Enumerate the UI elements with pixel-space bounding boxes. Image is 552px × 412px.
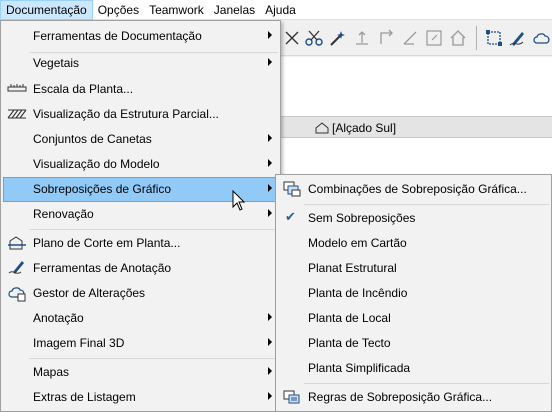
- submenu-item-planta-local[interactable]: Planta de Local: [278, 306, 549, 331]
- submenu-arrow-icon: [268, 367, 272, 375]
- menu-item-label: Planta de Tecto: [308, 336, 391, 350]
- menu-documentacao[interactable]: Documentação: [0, 0, 93, 20]
- submenu-arrow-icon: [268, 338, 272, 346]
- menu-item-label: Gestor de Alterações: [33, 286, 146, 300]
- submenu-item-sem-sobreposicoes[interactable]: ✔ Sem Sobreposições: [278, 206, 549, 231]
- resize-icon[interactable]: [424, 28, 444, 48]
- magic-wand-icon[interactable]: [328, 28, 348, 48]
- menu-item-vegetais[interactable]: Vegetais: [3, 51, 278, 76]
- submenu-item-planta-simplificada[interactable]: Planta Simplificada: [278, 356, 549, 381]
- house-icon[interactable]: [448, 28, 468, 48]
- menu-item-label: Ferramentas de Anotação: [33, 261, 172, 275]
- menu-item-label: Sem Sobreposições: [308, 211, 416, 225]
- pen-icon[interactable]: [508, 28, 528, 48]
- menu-item-label: Planta de Incêndio: [308, 286, 408, 300]
- menu-item-conjuntos-canetas[interactable]: Conjuntos de Canetas: [3, 127, 278, 152]
- ruler-scale-icon: [7, 84, 27, 92]
- menu-item-escala-planta[interactable]: Escala da Planta...: [3, 77, 278, 102]
- menu-separator: [304, 383, 549, 384]
- menu-item-estrutura-parcial[interactable]: Visualização da Estrutura Parcial...: [3, 102, 278, 127]
- mouse-cursor-icon: [232, 190, 246, 211]
- menu-item-label: Plano de Corte em Planta...: [33, 236, 181, 250]
- elevate-icon[interactable]: [352, 28, 372, 48]
- menu-bar: Documentação Opções Teamwork Janelas Aju…: [0, 0, 552, 20]
- submenu-arrow-icon: [268, 209, 272, 217]
- submenu-item-planat-estrutural[interactable]: Planat Estrutural: [278, 256, 549, 281]
- hatch-structure-icon: [7, 109, 27, 119]
- submenu-arrow-icon: [268, 313, 272, 321]
- menu-separator: [29, 358, 278, 359]
- select-frame-icon[interactable]: [484, 28, 504, 48]
- tab-label: [Alçado Sul]: [332, 121, 397, 135]
- submenu-arrow-icon: [268, 58, 272, 66]
- submenu-item-regras-sobreposicao[interactable]: Regras de Sobreposição Gráfica...: [278, 385, 549, 410]
- menu-item-label: Planta Simplificada: [308, 361, 411, 375]
- overlay-rules-icon: [283, 390, 300, 404]
- menu-item-label: Planta de Local: [308, 311, 391, 325]
- menu-item-label: Planat Estrutural: [308, 261, 397, 275]
- menu-separator: [304, 204, 549, 205]
- tab-alcado-sul[interactable]: [Alçado Sul]: [315, 121, 396, 135]
- overlay-combinations-icon: [283, 181, 301, 197]
- documentacao-menu: Ferramentas de Documentação Vegetais Esc…: [0, 20, 281, 412]
- menu-janelas[interactable]: Janelas: [209, 0, 260, 20]
- menu-item-label: Conjuntos de Canetas: [33, 132, 152, 146]
- cloud-icon[interactable]: [532, 28, 552, 48]
- menu-item-label: Regras de Sobreposição Gráfica...: [308, 390, 493, 404]
- submenu-item-combinacoes[interactable]: Combinações de Sobreposição Gráfica...: [278, 177, 549, 202]
- menu-item-label: Combinações de Sobreposição Gráfica...: [308, 182, 527, 196]
- menu-item-ferramentas-documentacao[interactable]: Ferramentas de Documentação: [3, 24, 278, 49]
- menu-teamwork[interactable]: Teamwork: [144, 0, 209, 20]
- submenu-item-modelo-cartao[interactable]: Modelo em Cartão: [278, 231, 549, 256]
- menu-item-label: Visualização do Modelo: [33, 157, 160, 171]
- checkmark-icon: ✔: [285, 209, 296, 224]
- menu-item-label: Visualização da Estrutura Parcial...: [33, 107, 219, 121]
- menu-item-label: Modelo em Cartão: [308, 236, 407, 250]
- menu-item-ferramentas-anotacao[interactable]: Ferramentas de Anotação: [3, 256, 278, 281]
- scissors-icon[interactable]: [304, 28, 324, 48]
- menu-ajuda[interactable]: Ajuda: [260, 0, 301, 20]
- annotation-pen-icon: [8, 261, 24, 274]
- view-tab-strip: [Alçado Sul]: [280, 116, 552, 138]
- submenu-item-planta-tecto[interactable]: Planta de Tecto: [278, 331, 549, 356]
- submenu-item-planta-incendio[interactable]: Planta de Incêndio: [278, 281, 549, 306]
- change-manager-icon: [8, 287, 26, 302]
- corner-arrow-icon[interactable]: [376, 28, 396, 48]
- menu-item-mapas[interactable]: Mapas: [3, 360, 278, 385]
- menu-separator: [29, 229, 278, 230]
- submenu-arrow-icon: [268, 392, 272, 400]
- menu-item-label: Mapas: [33, 365, 70, 379]
- menu-item-anotacao[interactable]: Anotação: [3, 306, 278, 331]
- menu-item-label: Renovação: [33, 207, 94, 221]
- submenu-arrow-icon: [268, 31, 272, 39]
- menu-item-label: Ferramentas de Documentação: [33, 29, 202, 43]
- menu-item-label: Escala da Planta...: [33, 82, 134, 96]
- angle-arrow-icon[interactable]: [400, 28, 420, 48]
- house-outline-icon: [315, 122, 329, 134]
- submenu-arrow-icon: [268, 184, 272, 192]
- menu-item-imagem-final-3d[interactable]: Imagem Final 3D: [3, 331, 278, 356]
- menu-item-plano-corte[interactable]: Plano de Corte em Planta...: [3, 231, 278, 256]
- menu-item-extras-listagem[interactable]: Extras de Listagem: [3, 385, 278, 410]
- sobreposicoes-submenu: Combinações de Sobreposição Gráfica... ✔…: [275, 174, 552, 412]
- menu-item-label: Imagem Final 3D: [33, 336, 125, 350]
- menu-item-label: Sobreposições de Gráfico: [33, 182, 172, 196]
- arrow-tool-icon[interactable]: [282, 28, 302, 48]
- menu-item-label: Anotação: [33, 311, 84, 325]
- menu-item-visualizacao-modelo[interactable]: Visualização do Modelo: [3, 152, 278, 177]
- toolbar: [280, 20, 552, 56]
- menu-item-gestor-alteracoes[interactable]: Gestor de Alterações: [3, 281, 278, 306]
- submenu-arrow-icon: [268, 159, 272, 167]
- menu-opcoes[interactable]: Opções: [93, 0, 144, 20]
- toolbar-separator: [476, 26, 477, 50]
- cut-plane-icon: [8, 236, 26, 250]
- menu-item-label: Extras de Listagem: [33, 390, 136, 404]
- menu-item-label: Vegetais: [33, 56, 80, 70]
- submenu-arrow-icon: [268, 134, 272, 142]
